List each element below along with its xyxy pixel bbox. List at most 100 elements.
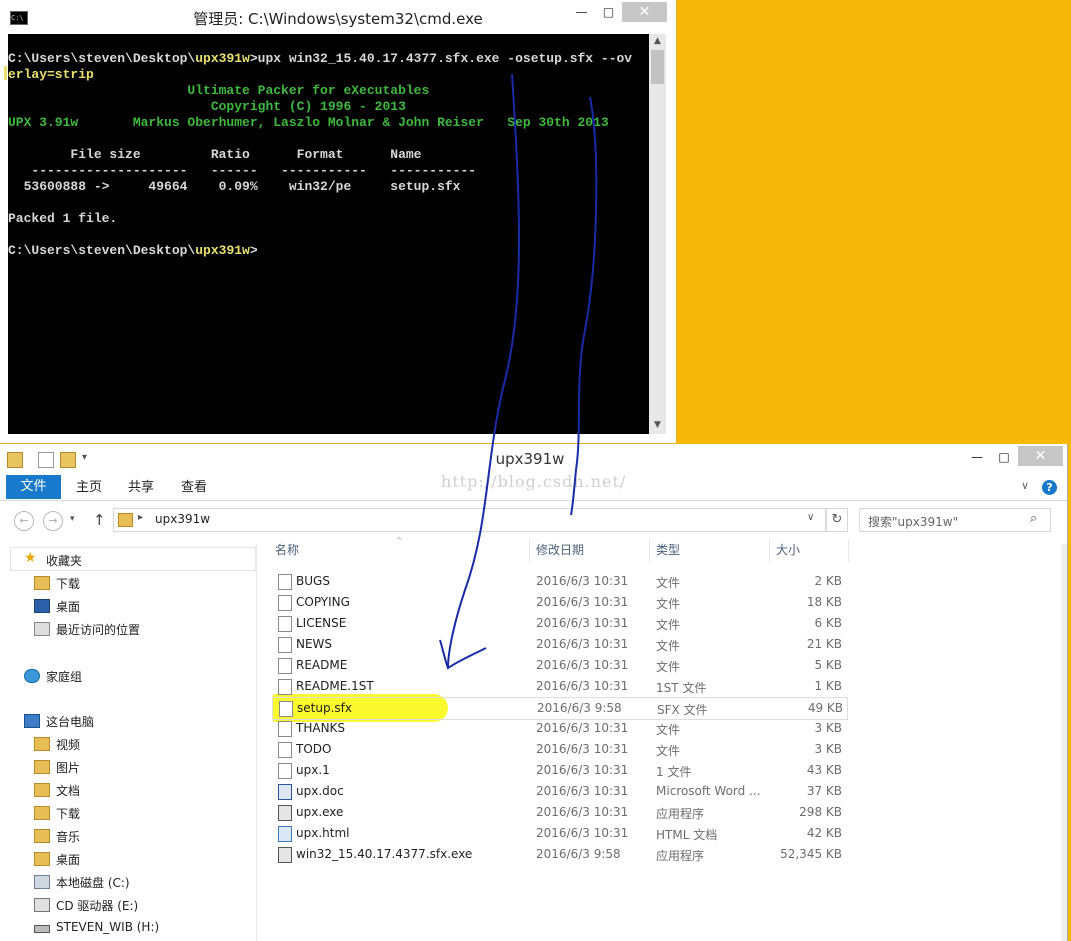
column-divider[interactable] [649, 540, 650, 562]
expand-ribbon-icon[interactable]: ∨ [1021, 479, 1029, 492]
file-size: 21 KB [806, 637, 842, 651]
scroll-up-icon[interactable]: ▲ [649, 36, 666, 46]
cmd-window[interactable]: C:\ 管理员: C:\Windows\system32\cmd.exe — □… [0, 0, 676, 443]
explorer-title: upx391w [495, 450, 565, 468]
column-divider[interactable] [769, 540, 770, 562]
file-row[interactable]: NEWS 2016/6/3 10:31 文件 21 KB [272, 634, 846, 655]
scroll-thumb[interactable] [651, 50, 664, 84]
up-icon[interactable]: ↑ [93, 511, 106, 529]
console-line-prompt: C:\Users\steven\Desktop\upx391w> [8, 243, 258, 258]
file-row[interactable]: THANKS 2016/6/3 10:31 文件 3 KB [272, 718, 846, 739]
tab-file[interactable]: 文件 [6, 475, 61, 499]
column-header-name[interactable]: 名称 [275, 541, 299, 558]
file-date: 2016/6/3 10:31 [536, 805, 629, 819]
tab-home[interactable]: 主页 [76, 475, 102, 499]
scroll-down-icon[interactable]: ▼ [649, 420, 666, 430]
help-icon[interactable]: ? [1042, 480, 1057, 495]
file-row[interactable]: upx.doc 2016/6/3 10:31 Microsoft Word ... 3… [272, 781, 846, 802]
file-row[interactable]: README.1ST 2016/6/3 10:31 1ST 文件 1 KB [272, 676, 846, 697]
explorer-close-button[interactable]: ✕ [1018, 446, 1063, 466]
file-name: NEWS [296, 637, 333, 651]
column-header-type[interactable]: 类型 [656, 541, 680, 558]
search-input[interactable]: 搜索"upx391w" ⌕ [859, 508, 1051, 532]
file-size: 52,345 KB [780, 847, 842, 861]
back-icon[interactable]: ← [14, 511, 34, 531]
console-line: UPX 3.91w Markus Oberhumer, Laszlo Molna… [8, 115, 609, 130]
column-divider[interactable] [529, 540, 530, 562]
file-size: 3 KB [814, 742, 842, 756]
file-size: 18 KB [806, 595, 842, 609]
file-size: 37 KB [806, 784, 842, 798]
file-type: 应用程序 [656, 807, 705, 821]
file-row[interactable]: win32_15.40.17.4377.sfx.exe 2016/6/3 9:58… [272, 844, 846, 865]
navigation-pane: ★ 收藏夹 下载 桌面 最近访问的位置 家庭组 这台电脑 视频 图片 文档 下载… [0, 544, 257, 941]
file-size: 2 KB [814, 574, 842, 588]
file-name: upx.1 [296, 763, 330, 777]
file-icon [278, 763, 292, 779]
file-type: SFX 文件 [657, 703, 708, 717]
file-row[interactable]: upx.exe 2016/6/3 10:31 应用程序 298 KB [272, 802, 846, 823]
file-size: 3 KB [814, 721, 842, 735]
column-header-date[interactable]: 修改日期 [536, 541, 584, 558]
explorer-minimize-button[interactable]: — [964, 448, 990, 466]
search-placeholder: 搜索"upx391w" [868, 515, 959, 529]
refresh-icon[interactable]: ↻ [826, 508, 848, 532]
explorer-maximize-button[interactable]: □ [991, 448, 1017, 466]
file-icon [278, 637, 292, 653]
download-folder-icon [34, 576, 50, 590]
file-row[interactable]: TODO 2016/6/3 10:31 文件 3 KB [272, 739, 846, 760]
file-row[interactable]: COPYING 2016/6/3 10:31 文件 18 KB [272, 592, 846, 613]
file-name: COPYING [296, 595, 350, 609]
file-size: 298 KB [799, 805, 842, 819]
file-size: 49 KB [807, 701, 843, 715]
word-doc-icon [278, 784, 292, 800]
folder-icon [118, 513, 133, 527]
file-date: 2016/6/3 10:31 [536, 826, 629, 840]
file-size: 5 KB [814, 658, 842, 672]
file-type: 文件 [656, 576, 681, 590]
watermark-text: http://blog.csdn.net/ [441, 472, 627, 491]
file-list-scrollbar[interactable] [1061, 544, 1067, 941]
file-name: upx.doc [296, 784, 344, 798]
file-type: 文件 [656, 639, 681, 653]
cmd-titlebar[interactable]: C:\ 管理员: C:\Windows\system32\cmd.exe — □… [0, 0, 676, 33]
file-row[interactable]: LICENSE 2016/6/3 10:31 文件 6 KB [272, 613, 846, 634]
file-row[interactable]: README 2016/6/3 10:31 文件 5 KB [272, 655, 846, 676]
tab-share[interactable]: 共享 [128, 475, 154, 499]
exe-icon [278, 805, 292, 821]
column-divider[interactable] [848, 540, 849, 562]
file-name: upx.html [296, 826, 350, 840]
cmd-minimize-button[interactable]: — [568, 2, 595, 22]
console-scrollbar[interactable]: ▲ ▼ [649, 34, 666, 434]
file-type: 1ST 文件 [656, 681, 707, 695]
file-type: 文件 [656, 597, 681, 611]
cmd-close-button[interactable]: ✕ [622, 2, 667, 22]
console-line: -------------------- ------ ----------- … [8, 163, 477, 178]
search-icon[interactable]: ⌕ [1030, 511, 1037, 526]
recent-locations-icon[interactable]: ▾ [70, 514, 75, 524]
address-bar[interactable]: ▸ upx391w ∨ [113, 508, 826, 532]
forward-icon[interactable]: → [43, 511, 63, 531]
desktop-icon [34, 599, 50, 613]
file-row[interactable]: BUGS 2016/6/3 10:31 文件 2 KB [272, 571, 846, 592]
music-folder-icon [34, 829, 50, 843]
file-row[interactable]: setup.sfx 2016/6/3 9:58 SFX 文件 49 KB [272, 697, 848, 720]
file-size: 42 KB [806, 826, 842, 840]
file-size: 1 KB [814, 679, 842, 693]
cmd-maximize-button[interactable]: □ [595, 2, 622, 22]
breadcrumb-separator-icon[interactable]: ▸ [138, 512, 143, 523]
column-header-size[interactable]: 大小 [776, 541, 800, 558]
console-line: 53600888 -> 49664 0.09% win32/pe setup.s… [8, 179, 461, 194]
file-row[interactable]: upx.html 2016/6/3 10:31 HTML 文档 42 KB [272, 823, 846, 844]
tab-view[interactable]: 查看 [181, 475, 207, 499]
console-output[interactable]: C:\Users\steven\Desktop\upx391w>upx win3… [8, 34, 649, 434]
computer-icon [24, 714, 40, 728]
file-row[interactable]: upx.1 2016/6/3 10:31 1 文件 43 KB [272, 760, 846, 781]
file-icon [279, 701, 293, 717]
breadcrumb[interactable]: upx391w [155, 512, 210, 526]
address-dropdown-icon[interactable]: ∨ [807, 512, 814, 523]
file-date: 2016/6/3 10:31 [536, 658, 629, 672]
file-name: BUGS [296, 574, 330, 588]
file-type: 文件 [656, 618, 681, 632]
file-name: win32_15.40.17.4377.sfx.exe [296, 847, 473, 861]
